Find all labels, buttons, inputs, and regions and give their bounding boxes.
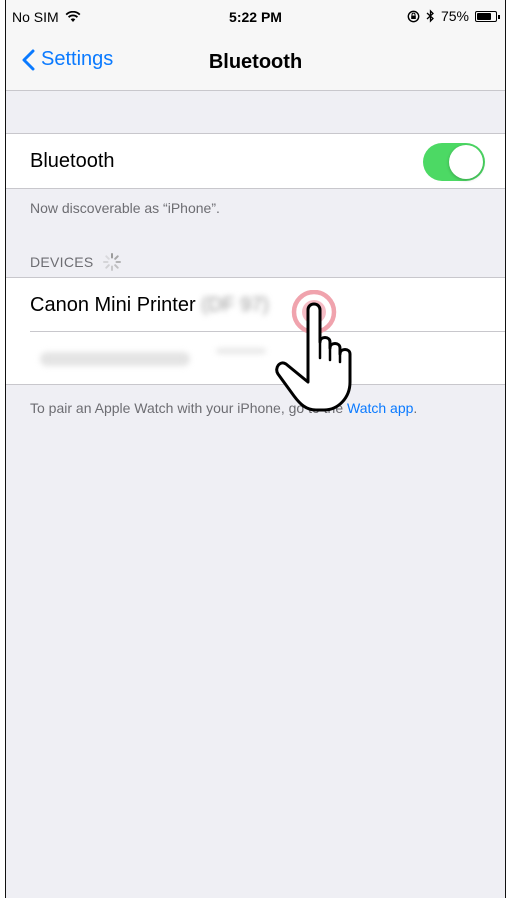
battery-percent: 75% <box>440 8 469 24</box>
tap-gesture-icon <box>275 290 352 412</box>
battery-fill <box>477 12 491 20</box>
discoverable-text: Now discoverable as “iPhone”. <box>30 200 220 216</box>
bluetooth-settings-screen: No SIM 5:22 PM 75% Settings Bluetooth Bl… <box>5 0 506 898</box>
bluetooth-label: Bluetooth <box>30 150 115 172</box>
bluetooth-toggle[interactable] <box>423 143 485 181</box>
spinner-icon <box>102 253 121 271</box>
navigation-bar: Settings Bluetooth <box>6 34 505 91</box>
blurred-device-id <box>216 348 266 354</box>
status-right: 75% <box>407 8 500 24</box>
blurred-device-name <box>40 352 190 366</box>
battery-icon <box>475 10 500 22</box>
devices-header: DEVICES <box>30 252 122 272</box>
status-bar: No SIM 5:22 PM 75% <box>6 0 505 34</box>
toggle-knob <box>449 145 483 179</box>
page-title: Bluetooth <box>208 51 303 73</box>
devices-list: Canon Mini Printer (DF 97) <box>6 277 505 385</box>
device-id: (DF 97) <box>201 294 269 316</box>
bluetooth-row: Bluetooth <box>6 133 505 189</box>
orientation-lock-icon <box>407 10 420 22</box>
device-row[interactable] <box>6 332 505 384</box>
footer-period: . <box>413 400 418 416</box>
device-name-label: Canon Mini Printer <box>30 294 196 316</box>
bluetooth-icon <box>426 9 434 23</box>
devices-header-label: DEVICES <box>30 254 94 270</box>
battery-cap <box>498 14 500 19</box>
device-row[interactable]: Canon Mini Printer (DF 97) <box>6 278 505 331</box>
device-name: Canon Mini Printer (DF 97) <box>30 294 269 317</box>
